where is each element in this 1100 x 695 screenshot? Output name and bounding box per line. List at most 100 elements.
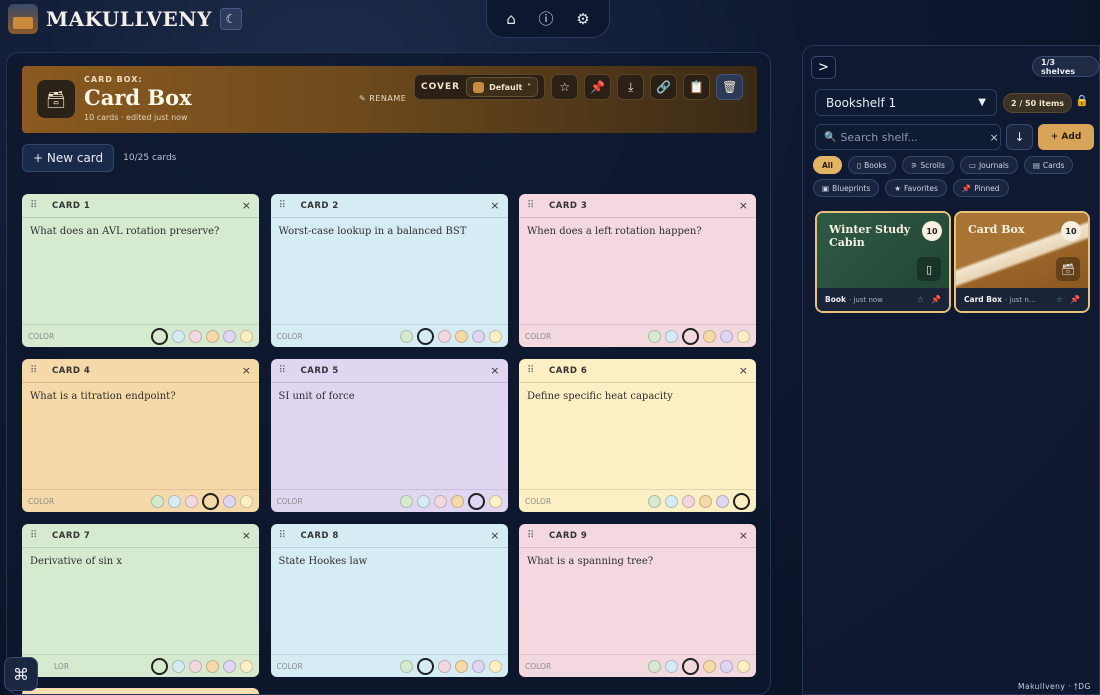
add-button[interactable]: + Add	[1038, 124, 1094, 150]
color-swatch[interactable]	[699, 494, 712, 508]
trash-button[interactable]: 🗑	[716, 74, 744, 100]
color-swatch[interactable]	[223, 494, 236, 508]
color-swatch[interactable]	[416, 494, 430, 508]
color-swatch[interactable]	[488, 329, 502, 343]
favorite-star-icon[interactable]: ☆	[917, 295, 924, 304]
color-swatch[interactable]	[185, 494, 198, 508]
filter-chip-books[interactable]: ▯ Books	[847, 156, 896, 174]
pin-icon[interactable]: 📌	[931, 295, 941, 304]
filter-chip-scrolls[interactable]: ⚞ Scrolls	[901, 156, 954, 174]
close-icon[interactable]: ×	[242, 199, 251, 212]
color-swatch[interactable]	[399, 329, 413, 343]
color-swatch[interactable]	[648, 329, 661, 343]
color-swatch[interactable]	[151, 327, 168, 345]
color-swatch[interactable]	[737, 659, 750, 673]
drag-handle-icon[interactable]: ⠿	[30, 530, 44, 541]
download-button[interactable]: ⤓	[617, 74, 645, 100]
color-swatch[interactable]	[206, 329, 219, 343]
flash-card[interactable]: ⠿ CARD 3 × When does a left rotation happen…	[519, 194, 756, 347]
sort-button[interactable]: ↓	[1006, 124, 1033, 150]
color-swatch[interactable]	[471, 329, 485, 343]
card-text[interactable]: What is a spanning tree?	[519, 548, 756, 654]
color-swatch[interactable]	[454, 329, 468, 343]
cover-dropdown[interactable]: Default ˅	[466, 77, 539, 97]
moon-icon[interactable]: ☾	[219, 8, 242, 30]
color-swatch[interactable]	[665, 659, 678, 673]
color-swatch[interactable]	[471, 659, 485, 673]
flash-card[interactable]: ⠿ CARD 2 × Worst-case lookup in a balanced …	[270, 194, 508, 347]
close-icon[interactable]: ×	[490, 529, 499, 542]
card-text[interactable]: What does an AVL rotation preserve?	[22, 218, 259, 324]
color-swatch[interactable]	[416, 327, 434, 345]
card-text[interactable]: State Hookes law	[271, 548, 508, 654]
color-swatch[interactable]	[703, 329, 716, 343]
drag-handle-icon[interactable]: ⠿	[279, 365, 293, 376]
color-swatch[interactable]	[168, 494, 181, 508]
color-swatch[interactable]	[151, 494, 164, 508]
color-swatch[interactable]	[399, 494, 413, 508]
flash-card[interactable]: ⠿ CARD 7 × Derivative of sin x LOR	[22, 524, 259, 677]
favorite-star-icon[interactable]: ☆	[1056, 295, 1063, 304]
color-swatch[interactable]	[703, 659, 716, 673]
link-button[interactable]: 🔗	[650, 74, 678, 100]
shelf-item[interactable]: Card Box 10 🗃 Card Box · just n... ☆ 📌	[954, 211, 1090, 313]
flash-card[interactable]: ⠿ CARD 9 × What is a spanning tree? COLOR	[519, 524, 756, 677]
color-swatch[interactable]	[488, 659, 502, 673]
color-swatch[interactable]	[223, 329, 236, 343]
color-swatch[interactable]	[454, 659, 468, 673]
color-swatch[interactable]	[648, 659, 661, 673]
card-text[interactable]: When does a left rotation happen?	[519, 218, 756, 324]
color-swatch[interactable]	[648, 494, 661, 508]
color-swatch[interactable]	[437, 659, 451, 673]
info-icon[interactable]: ⓘ	[539, 8, 554, 29]
card-text[interactable]: Derivative of sin x	[22, 548, 259, 654]
flash-card[interactable]: ⠿ CARD 5 × SI unit of force COLOR	[270, 359, 508, 512]
color-swatch[interactable]	[223, 659, 236, 673]
color-swatch[interactable]	[682, 657, 699, 675]
flash-card[interactable]: ⠿ CARD 6 × Define specific heat capacity COL…	[519, 359, 756, 512]
color-swatch[interactable]	[682, 494, 695, 508]
color-swatch[interactable]	[733, 492, 750, 510]
color-swatch[interactable]	[172, 329, 185, 343]
color-swatch[interactable]	[206, 659, 219, 673]
color-swatch[interactable]	[450, 494, 464, 508]
filter-chip-favorites[interactable]: ★ Favorites	[885, 179, 947, 197]
card-text[interactable]: What is a titration endpoint?	[22, 383, 259, 489]
close-icon[interactable]: ×	[490, 364, 499, 377]
command-button[interactable]: ⌘	[4, 657, 38, 691]
color-swatch[interactable]	[240, 659, 253, 673]
color-swatch[interactable]	[716, 494, 729, 508]
color-swatch[interactable]	[682, 327, 699, 345]
drag-handle-icon[interactable]: ⠿	[30, 200, 44, 211]
close-icon[interactable]: ×	[242, 529, 251, 542]
color-swatch[interactable]	[488, 494, 502, 508]
drag-handle-icon[interactable]: ⠿	[279, 530, 293, 541]
lock-icon[interactable]: 🔒	[1075, 94, 1089, 107]
drag-handle-icon[interactable]: ⠿	[527, 200, 541, 211]
pin-button[interactable]: 📌	[584, 74, 612, 100]
search-input[interactable]	[840, 130, 986, 144]
color-swatch[interactable]	[416, 657, 434, 675]
clipboard-button[interactable]: 📋	[683, 74, 711, 100]
drag-handle-icon[interactable]: ⠿	[279, 200, 293, 211]
close-icon[interactable]: ×	[490, 199, 499, 212]
color-swatch[interactable]	[189, 659, 202, 673]
color-swatch[interactable]	[189, 329, 202, 343]
drag-handle-icon[interactable]: ⠿	[527, 530, 541, 541]
card-text[interactable]: Worst-case lookup in a balanced BST	[271, 218, 508, 324]
color-swatch[interactable]	[399, 659, 413, 673]
collapse-sidebar-button[interactable]: >	[811, 56, 836, 79]
color-swatch[interactable]	[467, 492, 485, 510]
rename-button[interactable]: ✎ RENAME	[359, 94, 406, 103]
home-icon[interactable]: ⌂	[506, 10, 516, 28]
flash-card[interactable]: ⠿ CARD 1 × What does an AVL rotation preser…	[22, 194, 259, 347]
filter-chip-journals[interactable]: ▭ Journals	[959, 156, 1018, 174]
filter-chip-blueprints[interactable]: ▣ Blueprints	[813, 179, 880, 197]
pin-icon[interactable]: 📌	[1070, 295, 1080, 304]
shelf-dropdown[interactable]: Bookshelf 1 ▼	[815, 89, 997, 116]
clear-search-icon[interactable]: ×	[989, 131, 998, 144]
filter-chip-cards[interactable]: ▤ Cards	[1023, 156, 1074, 174]
color-swatch[interactable]	[240, 494, 253, 508]
drag-handle-icon[interactable]: ⠿	[30, 365, 44, 376]
drag-handle-icon[interactable]: ⠿	[527, 365, 541, 376]
